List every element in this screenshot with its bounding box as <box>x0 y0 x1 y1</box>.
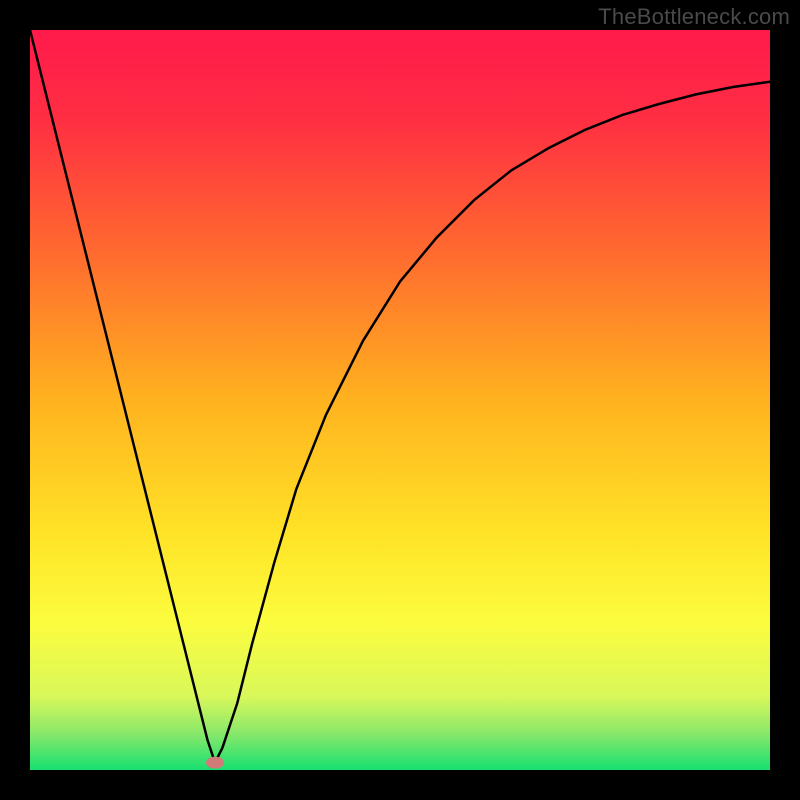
gradient-background <box>30 30 770 770</box>
bottleneck-chart-svg <box>30 30 770 770</box>
watermark-text: TheBottleneck.com <box>598 4 790 30</box>
plot-area <box>30 30 770 770</box>
optimal-point-marker <box>206 757 224 769</box>
chart-frame: TheBottleneck.com <box>0 0 800 800</box>
